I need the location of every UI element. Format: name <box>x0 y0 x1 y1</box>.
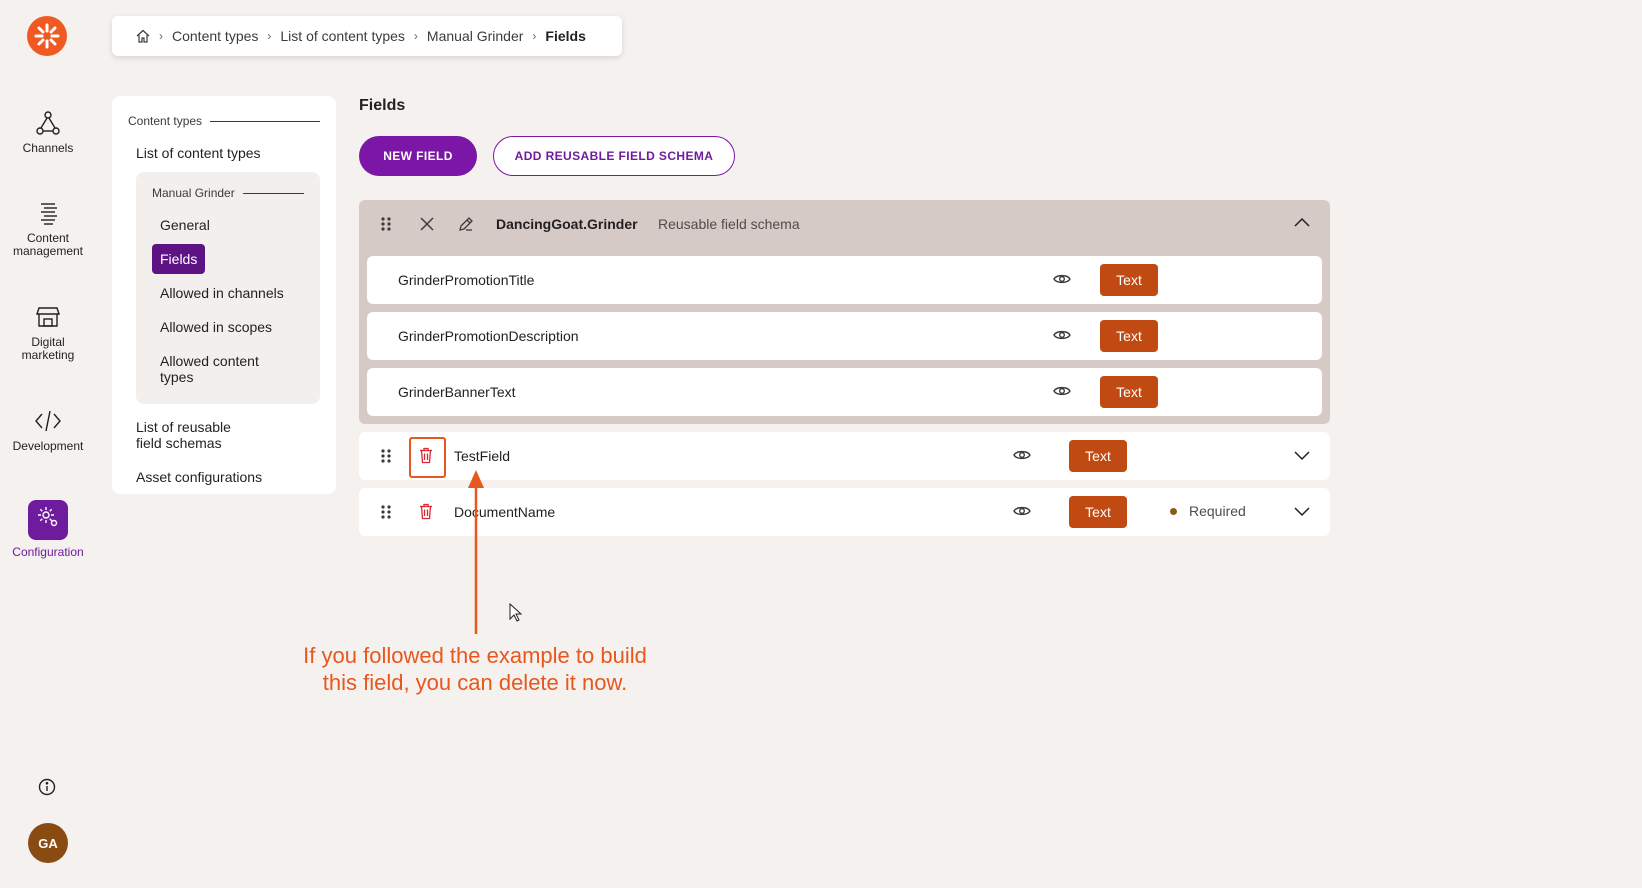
eye-icon[interactable] <box>1053 328 1071 342</box>
nav-link-reusable-field-schemas[interactable]: List of reusable field schemas <box>128 410 320 460</box>
close-icon[interactable] <box>419 216 435 232</box>
nav-link-asset-configurations[interactable]: Asset configurations <box>128 460 320 494</box>
field-name: TestField <box>454 448 511 464</box>
gear-icon <box>28 500 68 540</box>
schema-header[interactable]: DancingGoat.Grinder Reusable field schem… <box>359 200 1330 248</box>
rail-item-content-management[interactable]: Content management <box>0 200 96 258</box>
field-name: GrinderBannerText <box>398 384 516 400</box>
eye-icon[interactable] <box>1013 448 1031 462</box>
page-title: Fields <box>359 97 406 114</box>
nav-section-label: Content types <box>128 114 203 128</box>
status-dot <box>1170 507 1177 515</box>
field-type-badge: Text <box>1069 496 1127 528</box>
eye-icon[interactable] <box>1013 504 1031 518</box>
nav-link-allowed-in-scopes[interactable]: Allowed in scopes <box>152 310 304 344</box>
chevron-right-icon: › <box>267 29 272 43</box>
nav-link-general[interactable]: General <box>152 208 304 242</box>
required-label: Required <box>1189 503 1246 519</box>
chevron-right-icon: › <box>159 29 163 43</box>
drag-handle-icon[interactable] <box>379 504 393 520</box>
channels-icon <box>36 111 60 135</box>
nav-link-allowed-in-channels[interactable]: Allowed in channels <box>152 276 304 310</box>
rail-label: Content management <box>12 231 84 258</box>
field-row-documentname[interactable]: DocumentName Text Required <box>359 488 1330 536</box>
chevron-down-icon[interactable] <box>1294 507 1310 517</box>
nav-section-content-types: Content types <box>128 112 320 130</box>
field-type-badge: Text <box>1100 264 1158 296</box>
rail-label: Development <box>12 439 84 453</box>
eye-icon[interactable] <box>1053 384 1071 398</box>
field-type-badge: Text <box>1069 440 1127 472</box>
reusable-schema-panel: DancingGoat.Grinder Reusable field schem… <box>359 200 1330 424</box>
schema-field-row[interactable]: GrinderPromotionTitle Text <box>367 256 1322 304</box>
delete-highlight-box <box>409 437 446 478</box>
rail-label: Channels <box>22 141 74 155</box>
nav-section-label: Manual Grinder <box>152 186 235 200</box>
schema-field-row[interactable]: GrinderBannerText Text <box>367 368 1322 416</box>
annotation-arrow <box>468 470 484 634</box>
nav-link-allowed-content-types[interactable]: Allowed content types <box>152 344 304 394</box>
field-name: GrinderPromotionTitle <box>398 272 535 288</box>
code-icon <box>35 410 61 432</box>
rail-item-development[interactable]: Development <box>0 408 96 453</box>
field-row-testfield[interactable]: TestField Text <box>359 432 1330 480</box>
left-rail: Channels Content management Digital mark… <box>0 0 96 888</box>
home-icon[interactable] <box>136 29 150 43</box>
schema-field-row[interactable]: GrinderPromotionDescription Text <box>367 312 1322 360</box>
nav-group-manual-grinder: Manual Grinder General Fields Allowed in… <box>136 172 320 404</box>
trash-icon[interactable] <box>419 503 433 520</box>
rail-item-digital-marketing[interactable]: Digital marketing <box>0 304 96 362</box>
field-type-badge: Text <box>1100 376 1158 408</box>
chevron-down-icon[interactable] <box>1294 451 1310 461</box>
info-icon[interactable] <box>38 778 56 796</box>
rail-label: Configuration <box>12 545 84 559</box>
drag-handle-icon[interactable] <box>379 216 393 232</box>
rail-label: Digital marketing <box>21 335 75 362</box>
chevron-right-icon: › <box>413 29 418 43</box>
new-field-button[interactable]: NEW FIELD <box>359 136 477 176</box>
schema-subtitle: Reusable field schema <box>658 216 800 232</box>
eye-icon[interactable] <box>1053 272 1071 286</box>
avatar[interactable]: GA <box>28 823 68 863</box>
nav-link-list-of-content-types[interactable]: List of content types <box>128 136 320 170</box>
nav-link-fields[interactable]: Fields <box>152 244 206 274</box>
field-name: GrinderPromotionDescription <box>398 328 579 344</box>
drag-handle-icon[interactable] <box>379 448 393 464</box>
add-reusable-field-schema-button[interactable]: ADD REUSABLE FIELD SCHEMA <box>493 136 735 176</box>
schema-name: DancingGoat.Grinder <box>496 216 638 232</box>
content-management-icon <box>41 203 57 225</box>
rail-item-configuration[interactable]: Configuration <box>0 500 96 559</box>
chevron-right-icon: › <box>532 29 537 43</box>
chevron-up-icon[interactable] <box>1294 217 1310 227</box>
store-icon <box>36 307 60 327</box>
edit-icon[interactable] <box>458 216 474 232</box>
content-type-nav: Content types List of content types Manu… <box>112 96 336 494</box>
breadcrumb: › Content types › List of content types … <box>112 16 622 56</box>
breadcrumb-item[interactable]: List of content types <box>280 28 405 44</box>
required-indicator: Required <box>1170 503 1246 519</box>
breadcrumb-item[interactable]: Manual Grinder <box>427 28 524 44</box>
nav-section-manual-grinder: Manual Grinder <box>152 184 304 202</box>
breadcrumb-current: Fields <box>545 28 586 44</box>
annotation-text: If you followed the example to build thi… <box>303 643 647 695</box>
rail-item-channels[interactable]: Channels <box>0 110 96 155</box>
breadcrumb-item[interactable]: Content types <box>172 28 258 44</box>
field-type-badge: Text <box>1100 320 1158 352</box>
mouse-cursor-icon <box>509 603 523 622</box>
kentico-logo-icon[interactable] <box>27 16 67 56</box>
